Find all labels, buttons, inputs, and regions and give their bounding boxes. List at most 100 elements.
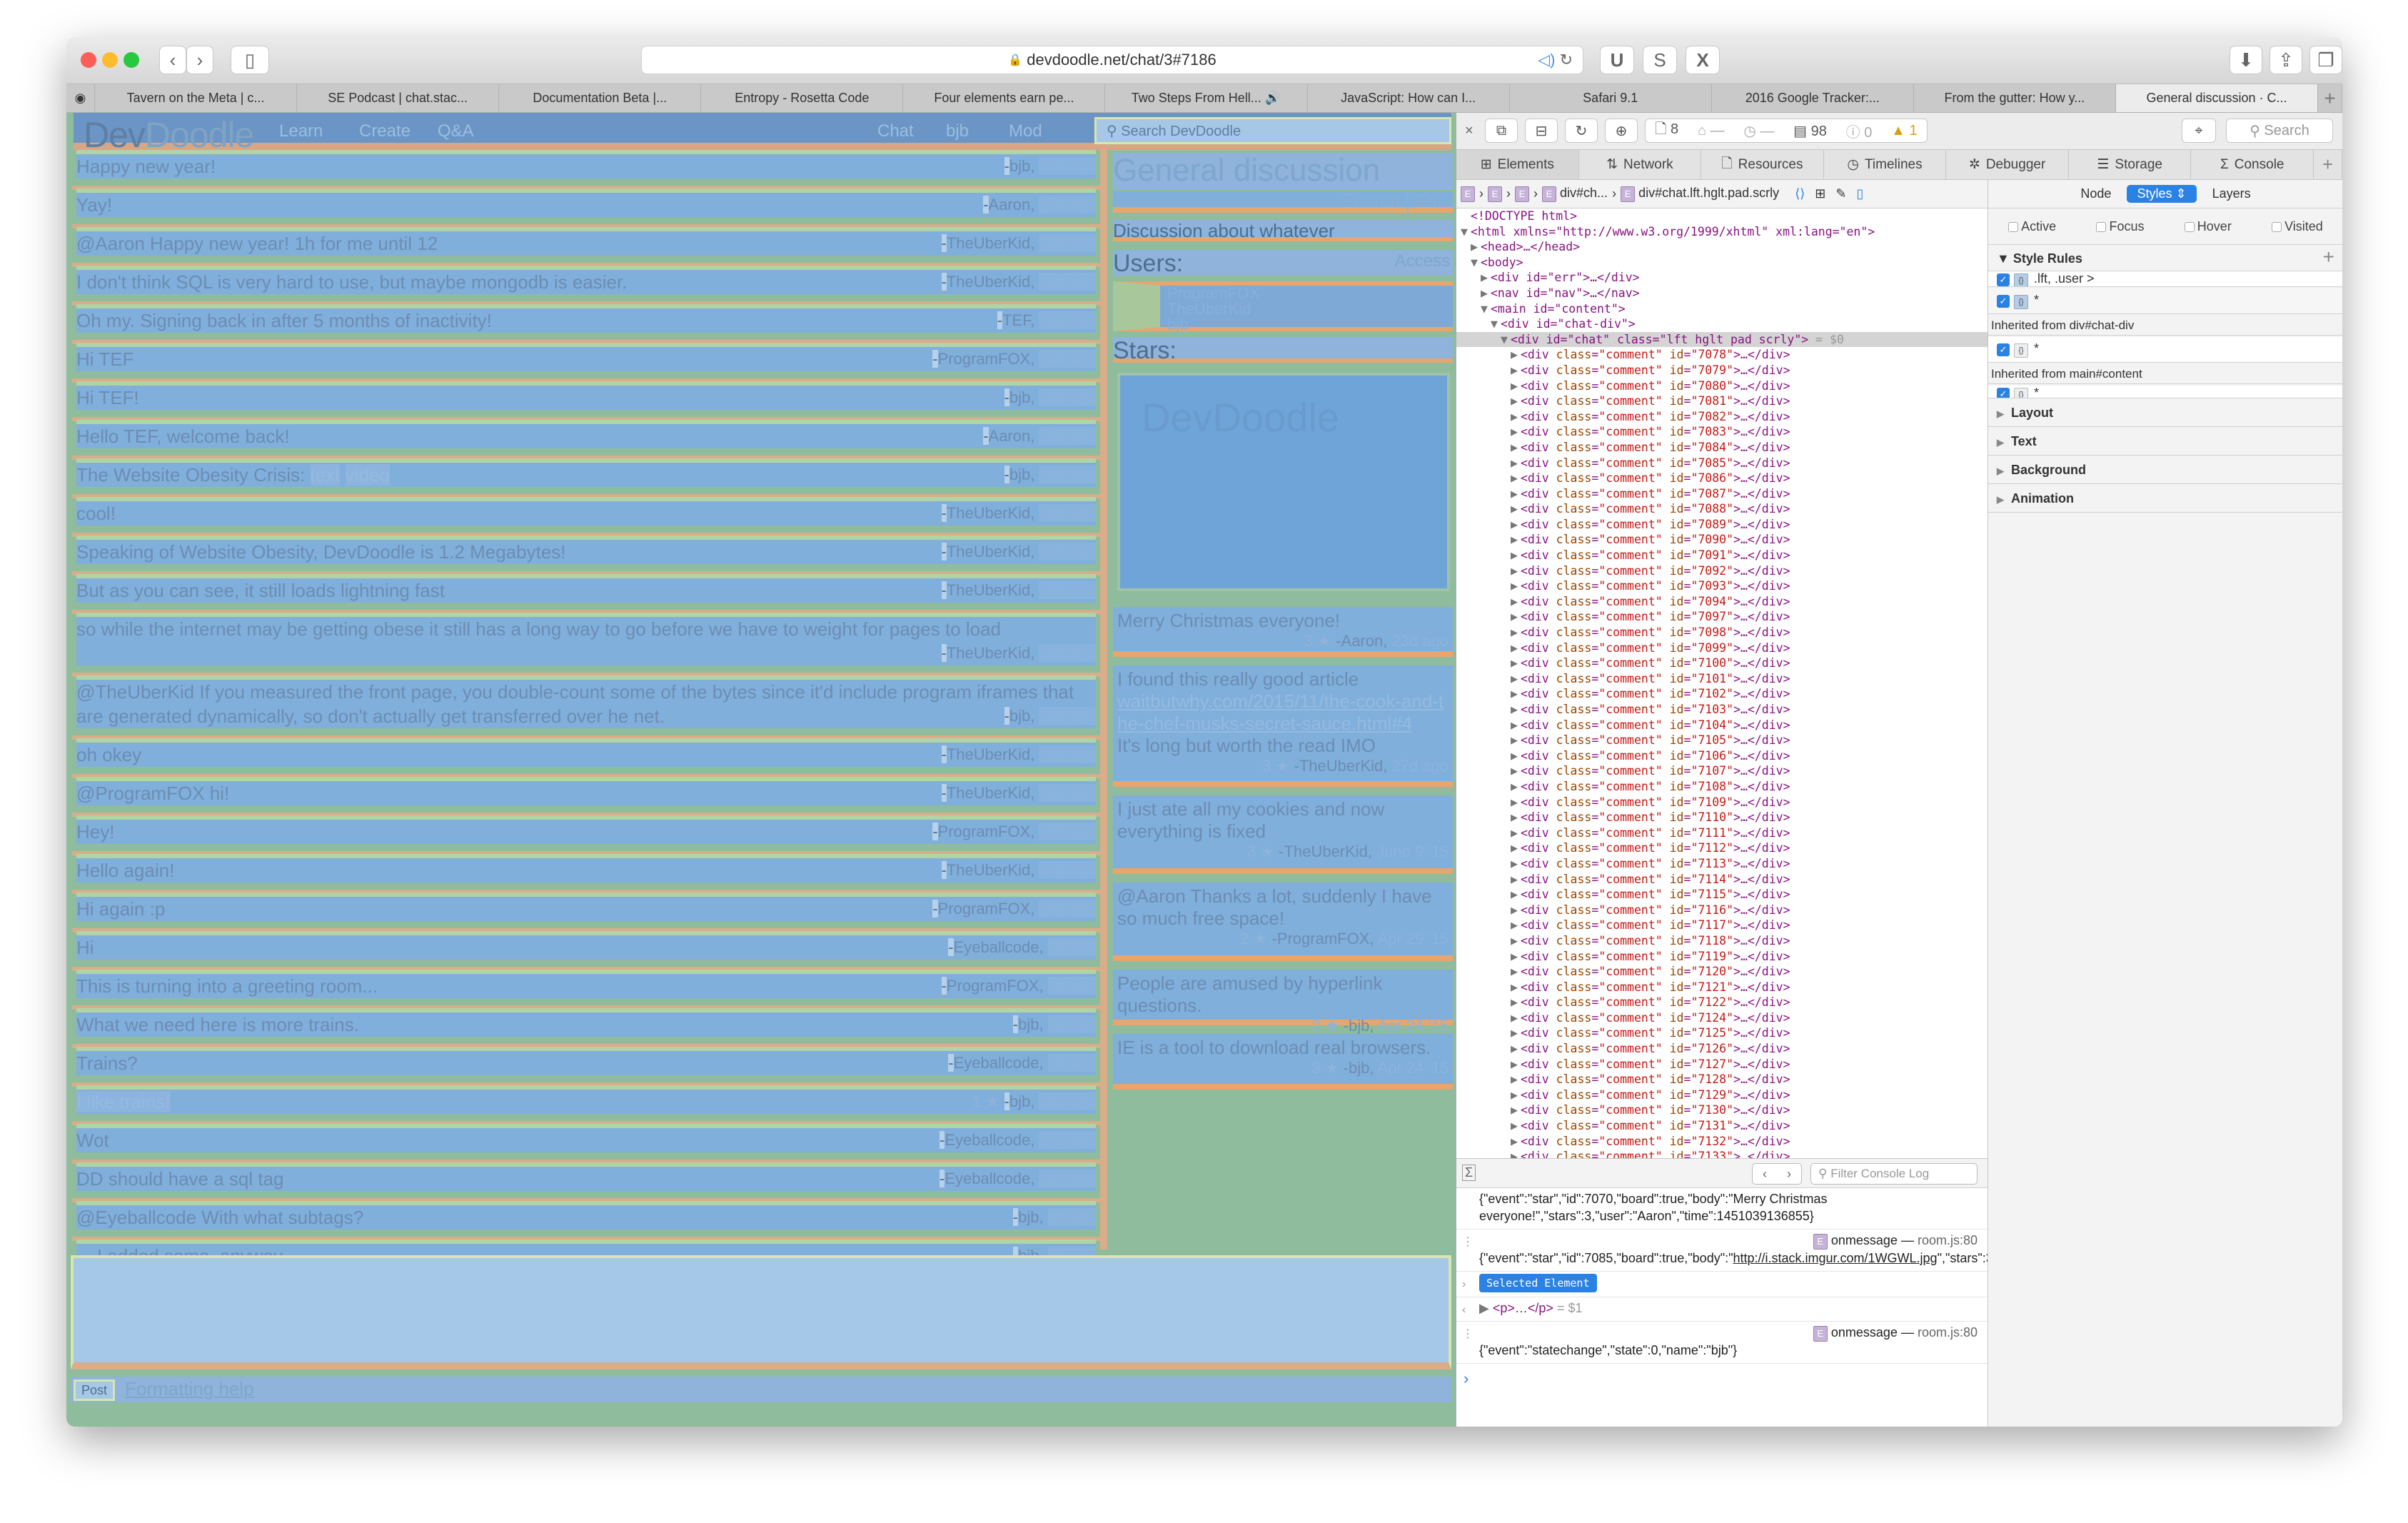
room-search-link[interactable]: Search bbox=[1341, 190, 1400, 211]
tab[interactable]: JavaScript: How can I... bbox=[1308, 84, 1510, 112]
dom-node-comment[interactable]: ▶ <div class="comment" id="7114">…</div> bbox=[1456, 872, 1988, 888]
dom-node-comment[interactable]: ▶ <div class="comment" id="7090">…</div> bbox=[1456, 532, 1988, 548]
console-url-link[interactable]: http://i.stack.imgur.com/1WGWL.jpg bbox=[1733, 1251, 1937, 1265]
message-time[interactable]: 17d ago bbox=[1039, 157, 1096, 175]
speaker-icon[interactable]: 🔊 bbox=[1265, 91, 1281, 106]
message-author[interactable]: bjb bbox=[1018, 1015, 1039, 1033]
tab-elements[interactable]: ⊞ Elements bbox=[1456, 150, 1579, 179]
share-button[interactable]: ⇪ bbox=[2270, 46, 2302, 74]
dom-node-comment[interactable]: ▶ <div class="comment" id="7132">…</div> bbox=[1456, 1134, 1988, 1150]
dom-node-comment[interactable]: ▶ <div class="comment" id="7102">…</div> bbox=[1456, 686, 1988, 702]
dom-node-comment[interactable]: ▶ <div class="comment" id="7086">…</div> bbox=[1456, 471, 1988, 486]
console-nav-buttons[interactable]: ‹ › bbox=[1752, 1163, 1802, 1185]
nav-chat[interactable]: Chat bbox=[877, 121, 914, 141]
section-layout[interactable]: Layout bbox=[1988, 398, 2342, 427]
dom-node-body[interactable]: ▼ <body> bbox=[1456, 255, 1988, 271]
message-author[interactable]: TheUberKid bbox=[947, 644, 1030, 662]
dom-node-comment[interactable]: ▶ <div class="comment" id="7104">…</div> bbox=[1456, 718, 1988, 733]
console-result[interactable]: ‹ ▶ <p>…</p> = $1 bbox=[1456, 1297, 1988, 1322]
dom-node-comment[interactable]: ▶ <div class="comment" id="7110">…</div> bbox=[1456, 810, 1988, 825]
dom-node-comment[interactable]: ▶ <div class="comment" id="7084">…</div> bbox=[1456, 440, 1988, 456]
user-item[interactable]: ProgramFOX bbox=[1160, 286, 1453, 301]
dom-node-comment[interactable]: ▶ <div class="comment" id="7125">…</div> bbox=[1456, 1025, 1988, 1041]
sidebar-toggle-icon[interactable]: ▯ bbox=[1856, 186, 1863, 201]
dom-node-comment[interactable]: ▶ <div class="comment" id="7116">…</div> bbox=[1456, 903, 1988, 918]
dom-node-head[interactable]: ▶ <head>…</head> bbox=[1456, 239, 1988, 255]
extension-x-button[interactable]: X bbox=[1686, 46, 1720, 74]
dom-node-comment[interactable]: ▶ <div class="comment" id="7079">…</div> bbox=[1456, 363, 1988, 378]
section-text[interactable]: Text bbox=[1988, 427, 2342, 456]
message-time[interactable]: 16d ago bbox=[1039, 543, 1096, 561]
starred-time[interactable]: 27d ago bbox=[1391, 757, 1449, 775]
chat-messages[interactable]: Happy new year! -bjb, 17d ago Yay! -Aaron, … bbox=[72, 150, 1100, 1357]
star-count[interactable]: 2 ★ bbox=[1311, 1017, 1339, 1035]
site-search-input[interactable]: ⚲ Search DevDoodle bbox=[1094, 117, 1451, 144]
message-composer[interactable] bbox=[71, 1255, 1451, 1369]
dom-node-comment[interactable]: ▶ <div class="comment" id="7107">…</div> bbox=[1456, 763, 1988, 779]
message-author[interactable]: ProgramFOX bbox=[938, 350, 1031, 368]
pseudo-active-checkbox[interactable]: Active bbox=[2008, 219, 2056, 234]
message-author[interactable]: TheUberKid bbox=[947, 581, 1030, 599]
message-time[interactable]: 17d ago bbox=[1039, 196, 1096, 213]
message-time[interactable]: 1d ago bbox=[1047, 1054, 1096, 1072]
pencil-icon[interactable]: ✎ bbox=[1835, 186, 1846, 201]
message-author[interactable]: ProgramFOX bbox=[938, 823, 1031, 840]
tab[interactable]: SE Podcast | chat.stac... bbox=[297, 84, 500, 112]
dom-node-comment[interactable]: ▶ <div class="comment" id="7115">…</div> bbox=[1456, 887, 1988, 903]
message-time[interactable]: 16d ago bbox=[1039, 273, 1096, 291]
message-author[interactable]: ProgramFOX bbox=[938, 900, 1031, 918]
dom-node-comment[interactable]: ▶ <div class="comment" id="7120">…</div> bbox=[1456, 964, 1988, 980]
minimize-window-button[interactable] bbox=[102, 52, 118, 68]
element-icon[interactable]: E bbox=[1461, 186, 1475, 202]
style-rule[interactable]: ✓{} .lft, .user > bbox=[1988, 271, 2342, 287]
dom-node-comment[interactable]: ▶ <div class="comment" id="7131">…</div> bbox=[1456, 1118, 1988, 1134]
dom-node-comment[interactable]: ▶ <div class="comment" id="7118">…</div> bbox=[1456, 933, 1988, 949]
message-time[interactable]: 18h ago bbox=[1039, 1092, 1096, 1110]
reload-icon[interactable]: ↻ bbox=[1560, 51, 1573, 69]
pseudo-hover-checkbox[interactable]: Hover bbox=[2184, 219, 2232, 234]
dom-node-comment[interactable]: ▶ <div class="comment" id="7128">…</div> bbox=[1456, 1072, 1988, 1087]
add-rule-button[interactable]: + bbox=[2323, 246, 2334, 268]
starred-author[interactable]: bjb bbox=[1349, 1059, 1369, 1077]
back-button[interactable]: ‹ bbox=[159, 46, 186, 74]
message-author[interactable]: bjb bbox=[1009, 707, 1030, 725]
tab[interactable]: From the gutter: How y... bbox=[1914, 84, 2116, 112]
message-link[interactable]: I like trains! bbox=[76, 1091, 171, 1112]
dom-node-comment[interactable]: ▶ <div class="comment" id="7126">…</div> bbox=[1456, 1041, 1988, 1057]
close-inspector-icon[interactable]: × bbox=[1465, 123, 1473, 139]
inspector-search-input[interactable]: ⚲ Search bbox=[2226, 119, 2333, 143]
download-archive-button[interactable]: ⊕ bbox=[1605, 119, 1638, 143]
message-author[interactable]: Aaron bbox=[989, 427, 1031, 445]
dom-node-err[interactable]: ▶ <div id="err">…</div> bbox=[1456, 270, 1988, 286]
nav-mod[interactable]: Mod bbox=[1009, 121, 1042, 141]
message-author[interactable]: TheUberKid bbox=[947, 745, 1030, 763]
chevron-right-icon[interactable]: › bbox=[1787, 1167, 1791, 1182]
starred-time[interactable]: 23d ago bbox=[1391, 632, 1449, 650]
message-time[interactable]: 16d ago bbox=[1039, 581, 1096, 599]
dom-node-comment[interactable]: ▶ <div class="comment" id="7130">…</div> bbox=[1456, 1102, 1988, 1118]
dom-node-comment[interactable]: ▶ <div class="comment" id="7127">…</div> bbox=[1456, 1057, 1988, 1072]
message-time[interactable]: 9h ago bbox=[1047, 1208, 1096, 1226]
message-author[interactable]: Eyeballcode bbox=[954, 1054, 1039, 1072]
starred-time[interactable]: Apr 24 '15 bbox=[1377, 1017, 1449, 1035]
message-author[interactable]: ProgramFOX bbox=[947, 977, 1039, 995]
dom-doctype[interactable]: <!DOCTYPE html> bbox=[1456, 208, 1988, 224]
nav-qa[interactable]: Q&A bbox=[438, 121, 474, 141]
star-count[interactable]: 3 ★ bbox=[1247, 843, 1274, 860]
element-icon[interactable]: E bbox=[1488, 186, 1502, 202]
starred-link[interactable]: waitbutwhy.com/2015/11/the-cook-and-the-… bbox=[1117, 690, 1449, 735]
breadcrumb-item-current[interactable]: E div#chat.lft.hglt.pad.scrly bbox=[1621, 186, 1779, 202]
message-time[interactable]: 16d ago bbox=[1039, 707, 1096, 725]
tab[interactable]: Entropy - Rosetta Code bbox=[701, 84, 904, 112]
message-author[interactable]: Aaron bbox=[989, 196, 1031, 213]
add-tab-button[interactable]: + bbox=[2314, 150, 2342, 179]
nav-user[interactable]: bjb bbox=[946, 121, 969, 141]
user-item[interactable]: bjb bbox=[1160, 317, 1453, 333]
star-count[interactable]: 2 ★ bbox=[1240, 930, 1267, 948]
rule-enable-checkbox[interactable]: ✓ bbox=[1997, 343, 2010, 356]
message-author[interactable]: Eyeballcode bbox=[954, 938, 1039, 956]
style-rules-header[interactable]: ▼ Style Rules + bbox=[1988, 246, 2342, 271]
message-author[interactable]: TheUberKid bbox=[947, 861, 1030, 879]
starred-author[interactable]: Aaron bbox=[1341, 632, 1384, 650]
style-rule[interactable]: ✓{} * bbox=[1988, 337, 2342, 363]
